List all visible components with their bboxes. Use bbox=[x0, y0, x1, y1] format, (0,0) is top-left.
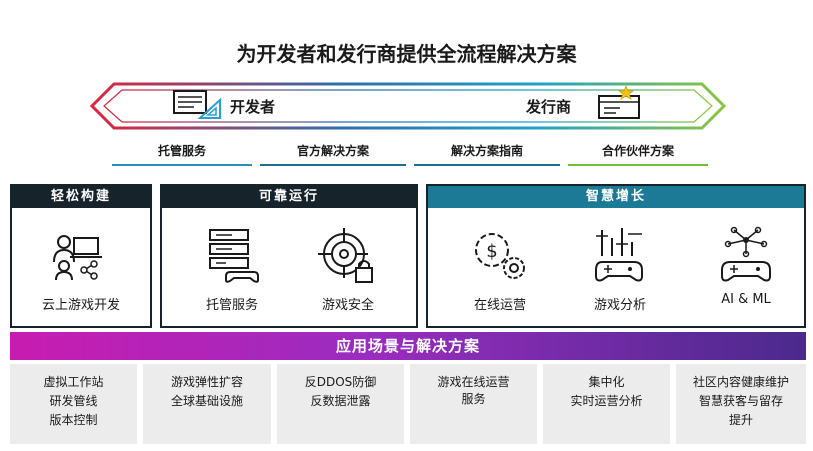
scenario-line: 游戏在线运营 bbox=[437, 375, 510, 389]
scenario-box-workstation: 虚拟工作站 研发管线 版本控制 bbox=[10, 364, 137, 444]
item-label-cloud-dev: 云上游戏开发 bbox=[41, 298, 120, 313]
scenario-box-scaling: 游戏弹性扩容 全球基础设施 bbox=[143, 364, 271, 444]
publisher-label: 发行商 bbox=[526, 98, 572, 116]
tab-partner-solutions[interactable]: 合作伙伴方案 bbox=[568, 140, 708, 166]
scenario-line: 反数据泄露 bbox=[310, 394, 371, 408]
item-label-game-analytics: 游戏分析 bbox=[593, 298, 646, 313]
tab-label: 解决方案指南 bbox=[450, 144, 523, 158]
scenario-line: 版本控制 bbox=[49, 413, 98, 427]
scenario-box-online-ops: 游戏在线运营 服务 bbox=[410, 364, 537, 444]
item-label-online-ops: 在线运营 bbox=[473, 298, 526, 313]
scenario-box-community: 社区内容健康维护 智慧获客与留存 提升 bbox=[676, 364, 806, 444]
item-label-managed-service: 托管服务 bbox=[205, 298, 258, 313]
panel-reliable-run: 可靠运行 托管服务 游戏安全 bbox=[160, 184, 418, 328]
blueprint-ruler-icon bbox=[173, 90, 221, 119]
crosshair-lock-icon bbox=[318, 228, 373, 283]
item-label-game-security: 游戏安全 bbox=[321, 298, 374, 313]
scenario-line: 反DDOS防御 bbox=[304, 375, 377, 389]
panel-header: 轻松构建 bbox=[12, 186, 150, 208]
tab-label: 托管服务 bbox=[157, 144, 206, 158]
tab-hosting[interactable]: 托管服务 bbox=[112, 140, 252, 166]
panel-header: 可靠运行 bbox=[162, 186, 416, 208]
server-gamepad-icon bbox=[209, 229, 259, 283]
developer-laptop-icon bbox=[53, 235, 102, 280]
scenario-line: 实时运营分析 bbox=[570, 394, 643, 408]
scenario-line: 研发管线 bbox=[49, 394, 98, 408]
scenario-line: 全球基础设施 bbox=[170, 394, 243, 408]
scenarios-banner: 应用场景与解决方案 bbox=[10, 332, 806, 360]
scenario-line: 社区内容健康维护 bbox=[692, 375, 789, 389]
scenario-line: 提升 bbox=[728, 413, 753, 427]
tab-label: 官方解决方案 bbox=[296, 144, 369, 158]
page-title: 为开发者和发行商提供全流程解决方案 bbox=[236, 42, 577, 66]
scenario-line: 游戏弹性扩容 bbox=[170, 375, 243, 389]
scenario-line: 智慧获客与留存 bbox=[698, 394, 783, 408]
tab-official-solutions[interactable]: 官方解决方案 bbox=[260, 140, 406, 166]
tab-label: 合作伙伴方案 bbox=[601, 144, 674, 158]
publisher-window-icon bbox=[598, 84, 640, 119]
network-gamepad-icon bbox=[721, 226, 771, 282]
panel-smart-growth: 智慧增长 $ 在线运营 游戏分析 AI & ML bbox=[426, 184, 806, 328]
scenario-box-analytics: 集中化 实时运营分析 bbox=[543, 364, 670, 444]
item-label-ai-ml: AI & ML bbox=[721, 292, 771, 307]
developer-label: 开发者 bbox=[230, 98, 276, 116]
dollar-gear-icon: $ bbox=[475, 233, 525, 279]
scenario-box-ddos: 反DDOS防御 反数据泄露 bbox=[277, 364, 404, 444]
scenario-line: 服务 bbox=[461, 392, 486, 406]
chart-gamepad-icon bbox=[595, 228, 643, 282]
scenario-line: 虚拟工作站 bbox=[43, 375, 104, 389]
panel-header: 智慧增长 bbox=[428, 186, 804, 208]
scenario-line: 集中化 bbox=[588, 375, 625, 389]
tab-solution-guides[interactable]: 解决方案指南 bbox=[414, 140, 560, 166]
panel-easy-build: 轻松构建 云上游戏开发 bbox=[10, 184, 152, 328]
svg-text:$: $ bbox=[486, 241, 497, 262]
